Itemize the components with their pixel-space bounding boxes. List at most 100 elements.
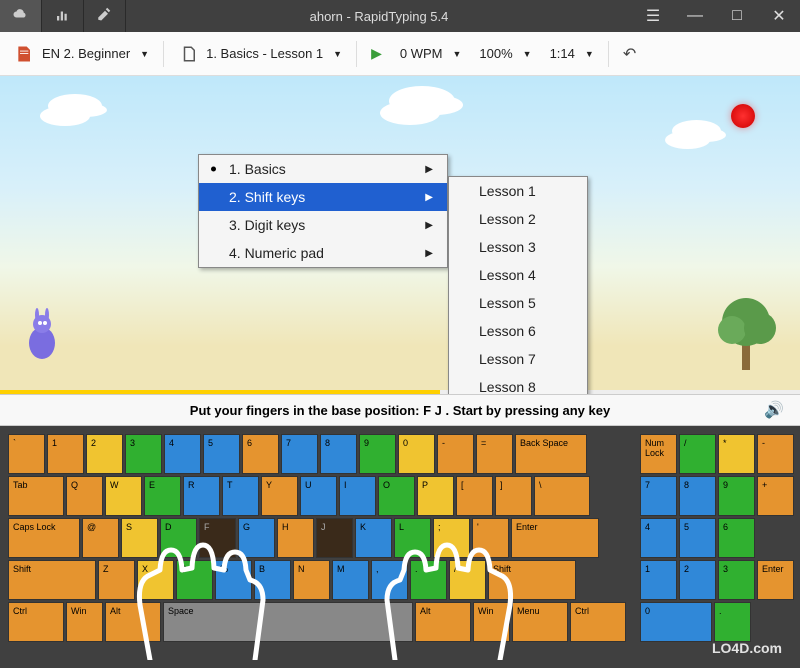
key-p[interactable]: P [417,476,454,516]
submenu-lesson[interactable]: Lesson 7 [449,345,587,373]
key-9[interactable]: 9 [359,434,396,474]
key--[interactable]: @ [82,518,119,558]
key-n[interactable]: N [293,560,330,600]
key-2[interactable]: 2 [86,434,123,474]
key--[interactable]: [ [456,476,493,516]
key-j[interactable]: J [316,518,353,558]
key-z[interactable]: Z [98,560,135,600]
key-alt[interactable]: Alt [105,602,161,642]
key-k[interactable]: K [355,518,392,558]
key--[interactable]: ; [433,518,470,558]
key-6[interactable]: 6 [718,518,755,558]
key-y[interactable]: Y [261,476,298,516]
key-g[interactable]: G [238,518,275,558]
key-alt[interactable]: Alt [415,602,471,642]
key--[interactable]: / [679,434,716,474]
lesson-selector[interactable]: 1. Basics - Lesson 1 ▼ [170,39,350,69]
key-enter[interactable]: Enter [757,560,794,600]
key-ctrl[interactable]: Ctrl [570,602,626,642]
key--[interactable]: $ [176,560,213,600]
key-b[interactable]: B [254,560,291,600]
key-7[interactable]: 7 [640,476,677,516]
key--[interactable]: . [410,560,447,600]
key--[interactable]: + [757,476,794,516]
key-shift[interactable]: Shift [8,560,96,600]
key--[interactable]: - [757,434,794,474]
play-button[interactable]: ▶ [363,39,390,69]
submenu-lesson[interactable]: Lesson 3 [449,233,587,261]
key-9[interactable]: 9 [718,476,755,516]
close-button[interactable]: ✕ [758,0,800,32]
tab-stats[interactable] [42,0,84,32]
key-back-space[interactable]: Back Space [515,434,587,474]
key-0[interactable]: 0 [640,602,712,642]
key-space[interactable]: Space [163,602,413,642]
tab-lessons[interactable] [0,0,42,32]
key-5[interactable]: 5 [203,434,240,474]
key-8[interactable]: 8 [320,434,357,474]
submenu-lesson[interactable]: Lesson 6 [449,317,587,345]
menu-item-basics[interactable]: 1. Basics▶ [199,155,447,183]
key-f[interactable]: F [199,518,236,558]
hamburger-menu[interactable]: ☰ [632,0,674,32]
key-shift[interactable]: Shift [488,560,576,600]
key--[interactable]: * [718,434,755,474]
key-caps-lock[interactable]: Caps Lock [8,518,80,558]
speaker-icon[interactable]: 🔊 [764,400,784,420]
submenu-lesson[interactable]: Lesson 8 [449,373,587,394]
key-6[interactable]: 6 [242,434,279,474]
undo-button[interactable]: ↶ [615,39,644,69]
key-3[interactable]: 3 [125,434,162,474]
key-i[interactable]: I [339,476,376,516]
key-q[interactable]: Q [66,476,103,516]
key--[interactable]: / [449,560,486,600]
zoom-selector[interactable]: 100% ▼ [471,39,539,69]
key--[interactable]: ' [472,518,509,558]
minimize-button[interactable]: — [674,0,716,32]
key--[interactable]: , [371,560,408,600]
key-o[interactable]: O [378,476,415,516]
key-2[interactable]: 2 [679,560,716,600]
tab-editor[interactable] [84,0,126,32]
key--[interactable]: - [437,434,474,474]
key-e[interactable]: E [144,476,181,516]
key-enter[interactable]: Enter [511,518,599,558]
menu-item-numeric-pad[interactable]: 4. Numeric pad▶ [199,239,447,267]
key-x[interactable]: X [137,560,174,600]
key-0[interactable]: 0 [398,434,435,474]
submenu-lesson[interactable]: Lesson 4 [449,261,587,289]
menu-item-digit-keys[interactable]: 3. Digit keys▶ [199,211,447,239]
key-4[interactable]: 4 [164,434,201,474]
key-win[interactable]: Win [66,602,103,642]
key-w[interactable]: W [105,476,142,516]
key-3[interactable]: 3 [718,560,755,600]
key-h[interactable]: H [277,518,314,558]
submenu-lesson[interactable]: Lesson 1 [449,177,587,205]
time-display[interactable]: 1:14 ▼ [542,39,602,69]
key-r[interactable]: R [183,476,220,516]
key-s[interactable]: S [121,518,158,558]
key-u[interactable]: U [300,476,337,516]
key-t[interactable]: T [222,476,259,516]
key--[interactable]: % [215,560,252,600]
key-1[interactable]: 1 [47,434,84,474]
submenu-lesson[interactable]: Lesson 2 [449,205,587,233]
key-5[interactable]: 5 [679,518,716,558]
key-num-lock[interactable]: Num Lock [640,434,677,474]
wpm-display[interactable]: 0 WPM ▼ [392,39,470,69]
menu-item-shift-keys[interactable]: 2. Shift keys▶ [199,183,447,211]
key--[interactable]: . [714,602,751,642]
key--[interactable]: ` [8,434,45,474]
key-win[interactable]: Win [473,602,510,642]
key--[interactable]: = [476,434,513,474]
key-7[interactable]: 7 [281,434,318,474]
key-m[interactable]: M [332,560,369,600]
key-1[interactable]: 1 [640,560,677,600]
key--[interactable]: \ [534,476,590,516]
level-selector[interactable]: EN 2. Beginner ▼ [6,39,157,69]
submenu-lesson[interactable]: Lesson 5 [449,289,587,317]
key-d[interactable]: D [160,518,197,558]
key-tab[interactable]: Tab [8,476,64,516]
key-8[interactable]: 8 [679,476,716,516]
maximize-button[interactable]: □ [716,0,758,32]
